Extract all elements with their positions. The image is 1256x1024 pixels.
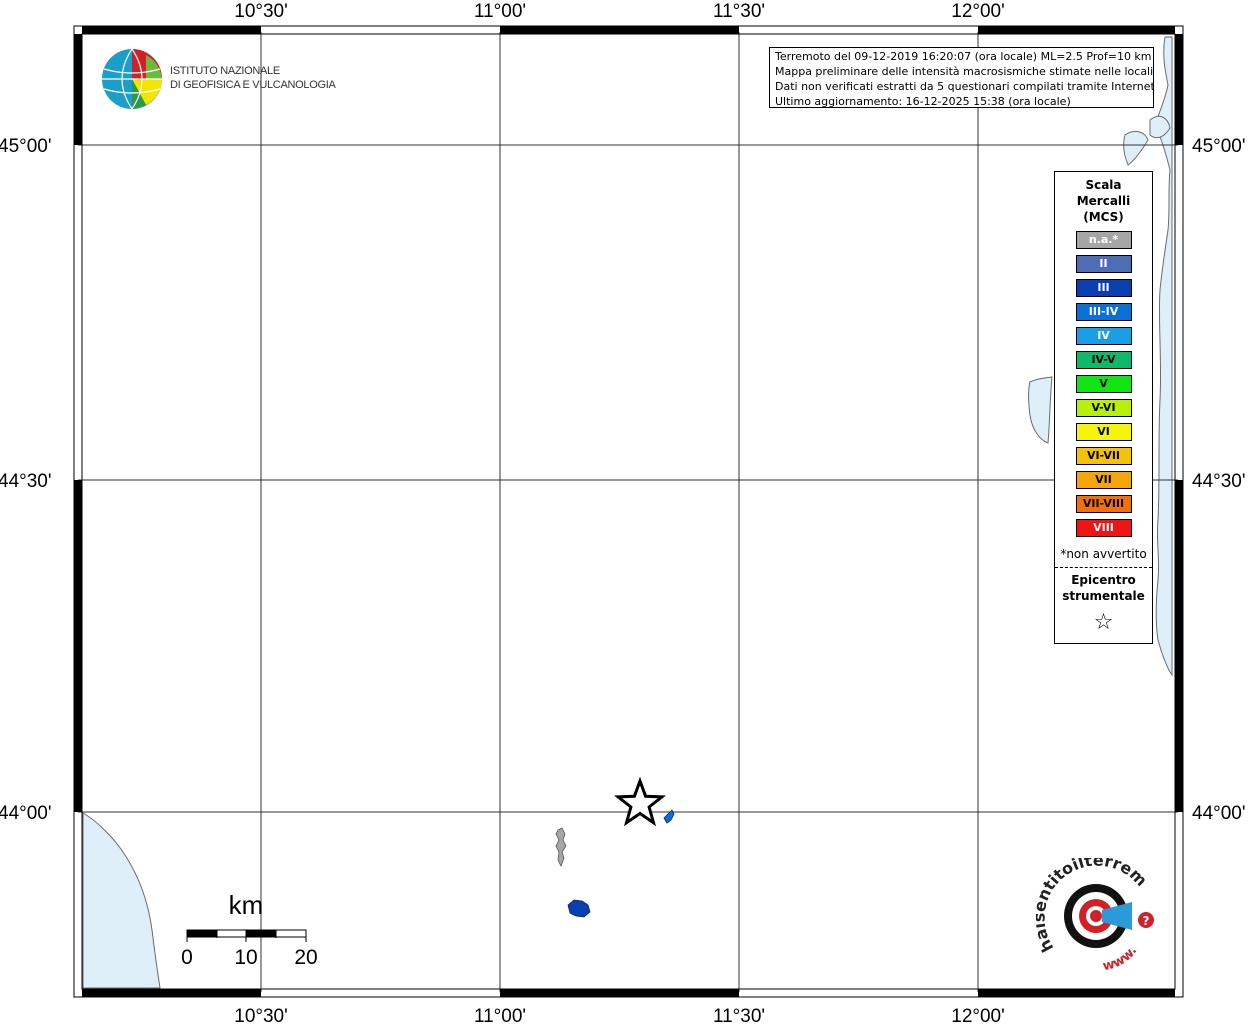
hsit-question: ? xyxy=(1143,914,1150,928)
legend-item: n.a.* xyxy=(1075,231,1132,249)
legend-item: VII xyxy=(1075,471,1132,489)
info-line-2: Mappa preliminare delle intensità macros… xyxy=(775,65,1154,78)
legend-item: II xyxy=(1075,255,1132,273)
top-label-3: 11°30' xyxy=(713,1,765,22)
left-label-2: 44°30' xyxy=(0,471,52,492)
legend-note: *non avvertito xyxy=(1060,547,1147,561)
legend-separator xyxy=(1055,567,1152,568)
legend-item: III-IV xyxy=(1075,303,1132,321)
scale-label-10: 10 xyxy=(234,946,257,969)
legend-epicenter-label: Epicentro strumentale xyxy=(1055,572,1152,604)
scale-bar: km 0 10 20 xyxy=(180,888,320,973)
legend-item: IV-V xyxy=(1075,351,1132,369)
legend-item: IV xyxy=(1075,327,1132,345)
legend-title-1: Scala xyxy=(1085,178,1122,192)
legend-title-2: Mercalli xyxy=(1076,194,1131,208)
epicenter-star[interactable] xyxy=(613,776,667,827)
info-line-1: Terremoto del 09-12-2019 16:20:07 (ora l… xyxy=(775,50,1152,63)
legend-item: VI-VII xyxy=(1075,447,1132,465)
legend-item: VIII xyxy=(1075,519,1132,537)
legend-item: V xyxy=(1075,375,1132,393)
locality-iii[interactable] xyxy=(567,899,591,918)
bottom-label-2: 11°00' xyxy=(474,1006,526,1024)
ingv-logo: ISTITUTO NAZIONALE DI GEOFISICA E VULCAN… xyxy=(100,47,336,111)
ingv-line1: ISTITUTO NAZIONALE xyxy=(170,65,280,77)
left-label-1: 45°00' xyxy=(0,136,52,157)
bottom-label-1: 10°30' xyxy=(234,1006,288,1024)
right-label-2: 44°30' xyxy=(1192,471,1246,492)
hsit-www: www. xyxy=(1101,944,1140,975)
top-label-2: 11°00' xyxy=(474,1,526,22)
legend-title: Scala Mercalli (MCS) xyxy=(1055,177,1152,225)
scale-label-20: 20 xyxy=(294,946,317,969)
info-line-3: Dati non verificati estratti da 5 questi… xyxy=(775,80,1154,93)
scale-label-0: 0 xyxy=(181,946,193,969)
bottom-label-4: 12°00' xyxy=(951,1006,1005,1024)
legend-title-3: (MCS) xyxy=(1083,210,1124,224)
right-label-3: 44°00' xyxy=(1192,803,1246,824)
event-info-box: Terremoto del 09-12-2019 16:20:07 (ora l… xyxy=(769,47,1154,108)
lagoon-comacchio xyxy=(1028,376,1053,444)
scale-unit: km xyxy=(229,890,264,920)
mcs-legend: Scala Mercalli (MCS) n.a.* II III III-IV IV I… xyxy=(1054,171,1153,644)
localities xyxy=(555,809,675,918)
top-label-4: 12°00' xyxy=(951,1,1005,22)
sea-tyrrhenian xyxy=(82,812,161,989)
left-label-3: 44°00' xyxy=(0,803,52,824)
legend-star-icon: ☆ xyxy=(1093,610,1114,635)
right-label-1: 45°00' xyxy=(1192,136,1246,157)
svg-text:www.: www. xyxy=(1101,944,1140,975)
legend-item: VII-VIII xyxy=(1075,495,1132,513)
legend-item: VI xyxy=(1075,423,1132,441)
lagoon-venice xyxy=(1123,130,1149,166)
legend-items: n.a.* II III III-IV IV IV-V V V-VI VI VI-VII VII VI… xyxy=(1055,231,1152,537)
bottom-label-3: 11°30' xyxy=(713,1006,765,1024)
map-frame xyxy=(73,25,1184,998)
ingv-line2: DI GEOFISICA E VULCANOLOGIA xyxy=(170,79,336,91)
hsit-logo[interactable]: haisentitoilterremoto.it www. ? xyxy=(1030,843,1166,978)
legend-epicenter-line1: Epicentro xyxy=(1071,573,1136,587)
info-line-4: Ultimo aggiornamento: 16-12-2025 15:38 (… xyxy=(775,95,1071,108)
ingv-globe-icon xyxy=(102,48,162,110)
sea-areas xyxy=(82,36,1173,989)
legend-item: V-VI xyxy=(1075,399,1132,417)
ingv-name: ISTITUTO NAZIONALE DI GEOFISICA E VULCAN… xyxy=(170,64,336,92)
legend-item: III xyxy=(1075,279,1132,297)
locality-na[interactable] xyxy=(555,827,567,867)
grid-lines xyxy=(78,32,1178,992)
top-label-1: 10°30' xyxy=(234,1,288,22)
legend-epicenter-line2: strumentale xyxy=(1062,589,1145,603)
